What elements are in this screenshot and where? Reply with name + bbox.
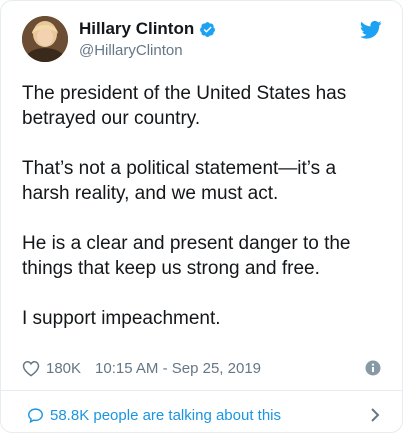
twitter-bird-icon[interactable] xyxy=(359,20,382,40)
tweet-text: The president of the United States has b… xyxy=(22,81,382,331)
divider xyxy=(1,390,402,391)
comment-bubble-icon xyxy=(27,407,44,424)
tweet-paragraph: I support impeachment. xyxy=(22,308,221,329)
author-handle[interactable]: @HillaryClinton xyxy=(79,42,216,60)
tweet-paragraph: The president of the United States has b… xyxy=(22,83,347,129)
info-icon[interactable] xyxy=(365,360,381,376)
heart-icon[interactable] xyxy=(22,360,40,377)
tweet-header: Hillary Clinton @HillaryClinton xyxy=(22,16,382,68)
conversation-link[interactable]: 58.8K people are talking about this xyxy=(27,405,380,425)
avatar[interactable] xyxy=(22,16,68,62)
conversation-text: 58.8K people are talking about this xyxy=(50,406,281,424)
verified-badge-icon xyxy=(199,21,216,38)
tweet-meta: 180K 10:15 AM - Sep 25, 2019 xyxy=(22,357,381,379)
tweet-card: Hillary Clinton @HillaryClinton The pres… xyxy=(0,0,403,433)
chevron-right-icon xyxy=(370,407,380,423)
like-count[interactable]: 180K xyxy=(46,360,81,377)
name-row: Hillary Clinton xyxy=(79,19,216,39)
tweet-paragraph: He is a clear and present danger to the … xyxy=(22,233,351,279)
tweet-paragraph: That’s not a political statement—it’s a … xyxy=(22,158,337,204)
tweet-timestamp[interactable]: 10:15 AM - Sep 25, 2019 xyxy=(95,360,261,377)
author-name[interactable]: Hillary Clinton xyxy=(79,19,194,39)
author-block: Hillary Clinton @HillaryClinton xyxy=(79,19,216,60)
